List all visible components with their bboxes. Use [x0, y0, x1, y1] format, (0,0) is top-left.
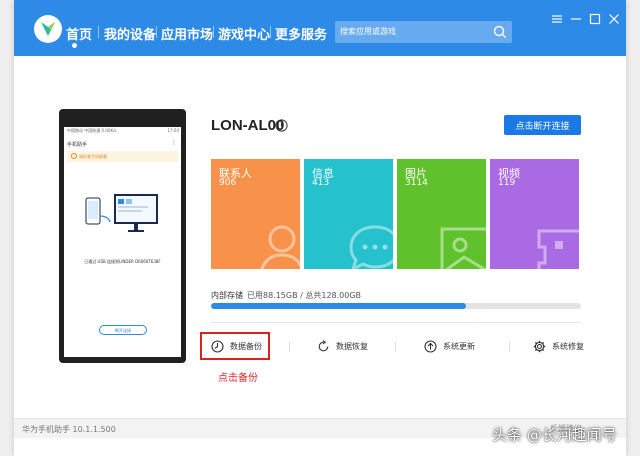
info-icon[interactable]	[275, 119, 288, 132]
storage-usage-text: 已用88.15GB / 总共128.00GB	[247, 291, 362, 300]
phone-more-icon: ⋮	[171, 139, 177, 146]
nav-separator	[98, 26, 99, 38]
contacts-icon	[260, 225, 300, 269]
nav-app-market[interactable]: 应用市场	[161, 24, 213, 43]
tile-messages[interactable]: 信息 413	[304, 159, 393, 269]
action-separator	[509, 342, 510, 352]
storage-progress-fill	[211, 303, 466, 309]
nav-active-indicator	[72, 43, 77, 48]
nav-separator	[213, 26, 214, 38]
tile-contacts[interactable]: 联系人 906	[211, 159, 300, 269]
disconnect-button-label: 点击断开连接	[515, 122, 570, 132]
phone-disconnect-button: 断开连接	[99, 325, 147, 335]
restore-label: 数据恢复	[336, 342, 368, 351]
maximize-icon[interactable]	[589, 13, 601, 25]
tile-pictures-count: 3114	[405, 178, 428, 188]
nav-separator	[270, 26, 271, 38]
divider	[211, 322, 581, 323]
app-version: 华为手机助手 10.1.1.500	[22, 425, 116, 434]
disconnect-button[interactable]: 点击断开连接	[504, 115, 581, 135]
phone-status-time: 17:04	[167, 128, 179, 133]
nav-more-services[interactable]: 更多服务	[275, 24, 327, 43]
tile-pictures[interactable]: 图片 3114	[397, 159, 486, 269]
nav-game-center[interactable]: 游戏中心	[218, 24, 270, 43]
phone-preview: 中国移动 中国联通 0.00K/s 17:04 手机助手 ⋮ 请检查手机屏幕 已…	[59, 109, 186, 363]
tile-contacts-count: 906	[219, 178, 237, 188]
system-repair-label: 系统修复	[552, 342, 584, 351]
system-update-label: 系统更新	[443, 342, 475, 351]
app-window: 首页 我的设备 应用市场 游戏中心 更多服务 搜索应用或游戏 中国移动 中国联通…	[14, 0, 626, 456]
video-icon	[537, 229, 579, 269]
device-name: LON-AL00	[211, 117, 285, 134]
update-icon	[424, 340, 437, 353]
system-update-button[interactable]: 系统更新	[424, 338, 486, 358]
system-repair-button[interactable]: 系统修复	[533, 338, 591, 358]
nav-my-devices[interactable]: 我的设备	[104, 24, 156, 43]
phone-status-left: 中国移动 中国联通 0.00K/s	[67, 128, 117, 133]
search-icon[interactable]	[492, 24, 508, 40]
search-box[interactable]: 搜索应用或游戏	[335, 21, 512, 43]
annotation-click-backup: 点击备份	[218, 373, 258, 384]
restore-icon	[318, 340, 329, 352]
phone-warning-text: 请检查手机屏幕	[79, 154, 107, 159]
repair-icon	[533, 340, 546, 353]
picture-icon	[440, 227, 486, 269]
phone-screen: 中国移动 中国联通 0.00K/s 17:04 手机助手 ⋮ 请检查手机屏幕 已…	[64, 127, 181, 357]
phone-connection-caption: 已通过 USB 连接到LINDER D6060T638F	[84, 259, 161, 264]
tile-messages-count: 413	[312, 178, 330, 188]
app-logo-icon	[34, 15, 62, 43]
top-nav-bar: 首页 我的设备 应用市场 游戏中心 更多服务 搜索应用或游戏	[14, 0, 626, 56]
storage-label: 内部存储	[211, 291, 243, 300]
menu-icon[interactable]	[551, 13, 563, 25]
phone-warning-banner: 请检查手机屏幕	[67, 151, 178, 162]
watermark: 头条 @长河趣闻号	[492, 426, 617, 444]
phone-app-title: 手机助手	[67, 142, 88, 148]
nav-separator	[156, 26, 157, 38]
tile-videos-count: 119	[498, 178, 516, 188]
minimize-icon[interactable]	[570, 13, 582, 25]
close-icon[interactable]	[608, 13, 620, 25]
warning-icon	[71, 153, 77, 159]
message-icon	[349, 225, 393, 269]
action-separator	[289, 342, 290, 352]
storage-progress-bar	[211, 303, 581, 309]
phone-to-pc-illustration	[85, 194, 158, 232]
action-separator	[395, 342, 396, 352]
restore-button[interactable]: 数据恢复	[317, 338, 379, 358]
tile-videos[interactable]: 视频 119	[490, 159, 579, 269]
phone-button-label: 断开连接	[115, 328, 131, 333]
nav-home[interactable]: 首页	[66, 24, 92, 43]
search-placeholder: 搜索应用或游戏	[340, 27, 396, 36]
backup-highlight-box	[200, 332, 270, 360]
